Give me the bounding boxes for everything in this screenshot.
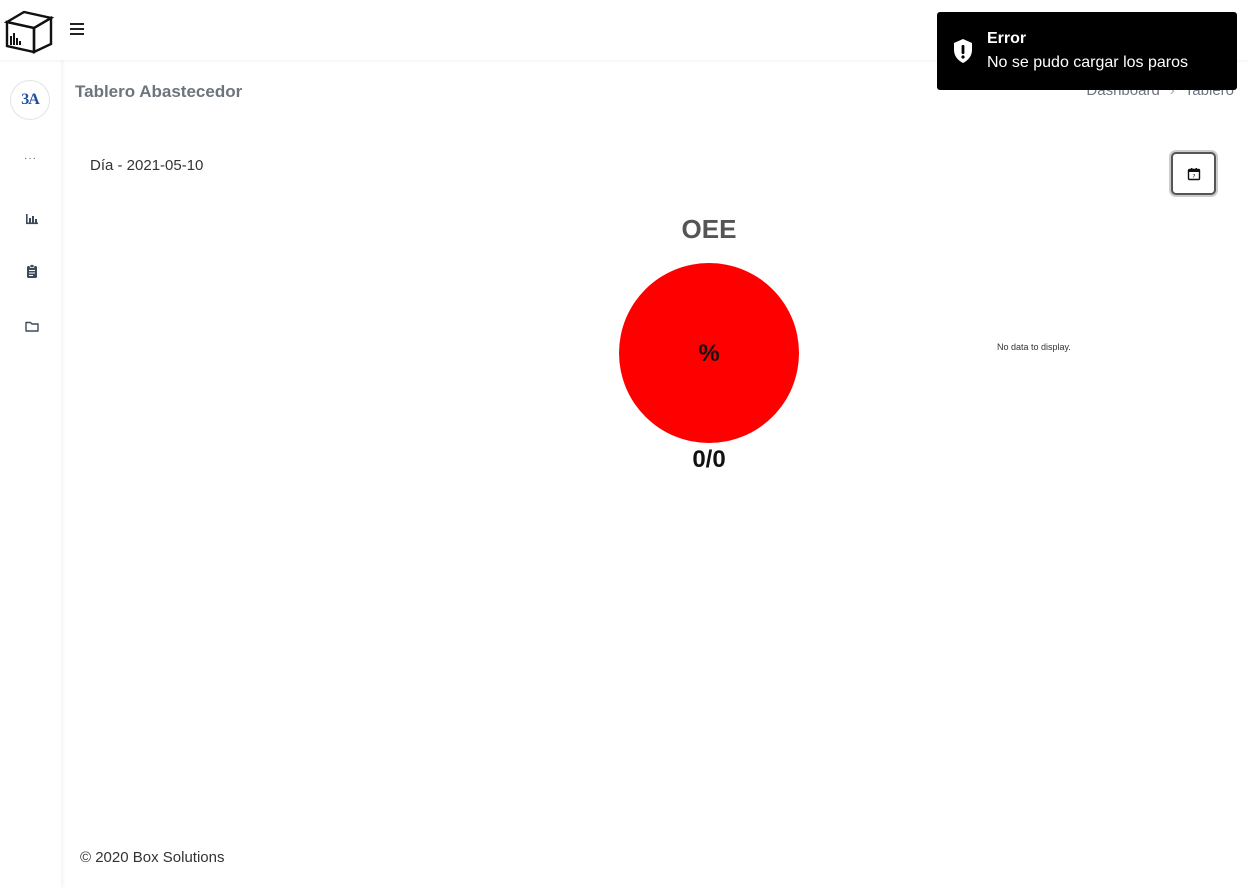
toast-message: No se pudo cargar los paros bbox=[987, 54, 1188, 71]
main-content: Tablero Abastecedor Dashboard › Tablero … bbox=[61, 60, 1249, 888]
box-logo-icon[interactable] bbox=[3, 8, 55, 54]
svg-text:?: ? bbox=[1192, 174, 1195, 180]
hamburger-menu-icon[interactable] bbox=[70, 18, 90, 40]
clipboard-icon[interactable] bbox=[24, 263, 40, 279]
footer-copyright: © 2020 Box Solutions bbox=[80, 849, 225, 866]
sidebar-dots: ··· bbox=[24, 153, 37, 164]
chart-title: OEE bbox=[681, 214, 737, 244]
pie-center-label: % bbox=[698, 340, 719, 367]
page-title: Tablero Abastecedor bbox=[75, 82, 243, 101]
avatar[interactable]: 3A bbox=[10, 80, 50, 120]
calendar-button[interactable]: ? bbox=[1171, 152, 1216, 195]
date-label: Día - 2021-05-10 bbox=[90, 157, 204, 174]
error-toast[interactable]: Error No se pudo cargar los paros bbox=[937, 12, 1237, 90]
calendar-icon: ? bbox=[1187, 167, 1200, 180]
folder-icon[interactable] bbox=[24, 318, 40, 334]
oee-pie-chart: % bbox=[609, 256, 809, 456]
toast-title: Error bbox=[987, 30, 1027, 47]
bar-chart-icon[interactable] bbox=[24, 210, 40, 226]
sidebar: 3A ··· bbox=[0, 60, 61, 888]
no-data-message: No data to display. bbox=[997, 342, 1071, 352]
oee-ratio: 0/0 bbox=[692, 446, 726, 473]
shield-alert-icon bbox=[952, 38, 974, 64]
avatar-text: 3A bbox=[21, 91, 40, 108]
